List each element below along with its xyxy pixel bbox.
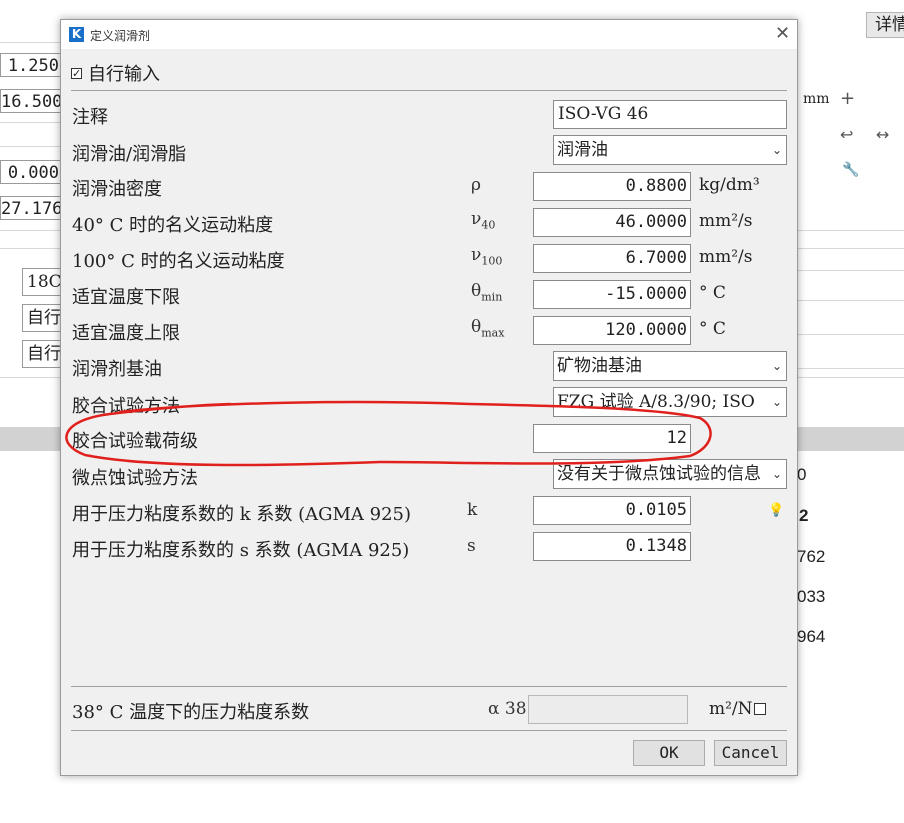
oil-grease-label: 润滑油/润滑脂 <box>72 144 187 165</box>
divider <box>71 90 787 91</box>
note-label: 注释 <box>72 107 108 128</box>
alpha-symbol: α 38 <box>488 699 527 719</box>
density-unit: kg/dm³ <box>699 175 760 195</box>
plus-icon[interactable]: + <box>840 88 855 109</box>
s-coef-input[interactable]: 0.1348 <box>533 532 691 561</box>
bg-result-value: 0 <box>797 465 807 484</box>
divider <box>71 730 787 731</box>
bg-result-value: 964 <box>797 627 826 646</box>
alpha-checkbox[interactable] <box>754 703 766 715</box>
density-symbol: ρ <box>471 175 481 195</box>
base-oil-value: 矿物油基油 <box>557 356 642 376</box>
alpha-unit: m²/N <box>709 699 753 719</box>
scuff-load-label: 胶合试验载荷级 <box>72 431 198 452</box>
visc100-input[interactable]: 6.7000 <box>533 244 691 273</box>
temp-min-label: 适宜温度下限 <box>72 287 180 308</box>
scuff-method-value: FZG 试验 A/8.3/90; ISO <box>557 392 755 412</box>
visc40-unit: mm²/s <box>699 211 753 231</box>
bg-value-field[interactable]: 16.500 <box>0 89 62 113</box>
horizontal-arrows-icon[interactable]: ↔ <box>876 125 889 144</box>
bg-value-field[interactable]: 27.176 <box>0 196 62 220</box>
visc100-label: 100° C 时的名义运动粘度 <box>72 251 285 272</box>
bg-result-value: 2 <box>799 506 809 525</box>
dialog-title: 定义润滑剂 <box>90 29 151 43</box>
micropitting-value: 没有关于微点蚀试验的信息 <box>557 464 761 484</box>
k-coef-input[interactable]: 0.0105 <box>533 496 691 525</box>
chevron-down-icon[interactable]: ⌄ <box>772 352 782 380</box>
ok-button[interactable]: OK <box>633 740 705 766</box>
undo-arrow-icon[interactable]: ↩ <box>840 125 853 144</box>
cancel-button[interactable]: Cancel <box>714 740 787 766</box>
bg-value-field[interactable]: 0.000 <box>0 160 62 184</box>
visc100-unit: mm²/s <box>699 247 753 267</box>
density-input[interactable]: 0.8800 <box>533 172 691 201</box>
visc40-label: 40° C 时的名义运动粘度 <box>72 215 274 236</box>
scuff-load-input[interactable]: 12 <box>533 424 691 453</box>
bg-unit-label: mm <box>803 91 830 107</box>
s-coef-symbol: s <box>467 536 476 556</box>
lightbulb-icon[interactable]: 💡 <box>768 503 784 518</box>
k-coef-label: 用于压力粘度系数的 k 系数 (AGMA 925) <box>72 504 412 525</box>
oil-grease-select[interactable]: 润滑油 ⌄ <box>553 135 787 165</box>
chevron-down-icon[interactable]: ⌄ <box>772 460 782 488</box>
alpha-label: 38° C 温度下的压力粘度系数 <box>72 702 310 723</box>
visc100-symbol: ν100 <box>471 245 503 268</box>
temp-max-input[interactable]: 120.0000 <box>533 316 691 345</box>
density-label: 润滑油密度 <box>72 179 162 200</box>
micropitting-select[interactable]: 没有关于微点蚀试验的信息 ⌄ <box>553 459 787 489</box>
temp-max-symbol: θmax <box>471 317 505 340</box>
app-logo-icon: K <box>69 27 84 42</box>
oil-grease-value: 润滑油 <box>557 140 608 160</box>
close-icon[interactable]: ✕ <box>775 23 790 44</box>
chevron-down-icon[interactable]: ⌄ <box>772 136 782 164</box>
chevron-down-icon[interactable]: ⌄ <box>772 388 782 416</box>
self-input-checkbox[interactable]: ✓ 自行输入 <box>71 60 160 86</box>
define-lubricant-dialog: K 定义润滑剂 ✕ ✓ 自行输入 注释 ISO-VG 46 润滑油/润滑脂 润滑… <box>60 19 798 776</box>
base-oil-select[interactable]: 矿物油基油 ⌄ <box>553 351 787 381</box>
note-input[interactable]: ISO-VG 46 <box>553 100 787 129</box>
checkbox-checked-icon[interactable]: ✓ <box>71 67 82 79</box>
k-coef-symbol: k <box>467 500 478 520</box>
scuff-method-label: 胶合试验方法 <box>72 396 180 417</box>
self-input-label: 自行输入 <box>88 64 160 85</box>
bg-result-value: 033 <box>797 587 826 606</box>
temp-min-symbol: θmin <box>471 281 503 304</box>
dialog-titlebar: K 定义润滑剂 ✕ <box>61 20 797 49</box>
s-coef-label: 用于压力粘度系数的 s 系数 (AGMA 925) <box>72 540 410 561</box>
divider <box>71 686 787 687</box>
temp-min-input[interactable]: -15.0000 <box>533 280 691 309</box>
alpha-input <box>528 695 688 724</box>
visc40-input[interactable]: 46.0000 <box>533 208 691 237</box>
visc40-symbol: ν40 <box>471 209 496 232</box>
temp-max-unit: ° C <box>699 319 726 339</box>
scuff-method-select[interactable]: FZG 试验 A/8.3/90; ISO ⌄ <box>553 387 787 417</box>
bg-value-field[interactable]: 1.250 <box>0 53 62 77</box>
temp-min-unit: ° C <box>699 283 726 303</box>
base-oil-label: 润滑剂基油 <box>72 359 162 380</box>
detail-button[interactable]: 详情 <box>866 12 904 38</box>
bg-result-value: 762 <box>797 547 826 566</box>
wrench-icon[interactable]: 🔧 <box>842 162 859 178</box>
micropitting-label: 微点蚀试验方法 <box>72 468 198 489</box>
temp-max-label: 适宜温度上限 <box>72 323 180 344</box>
